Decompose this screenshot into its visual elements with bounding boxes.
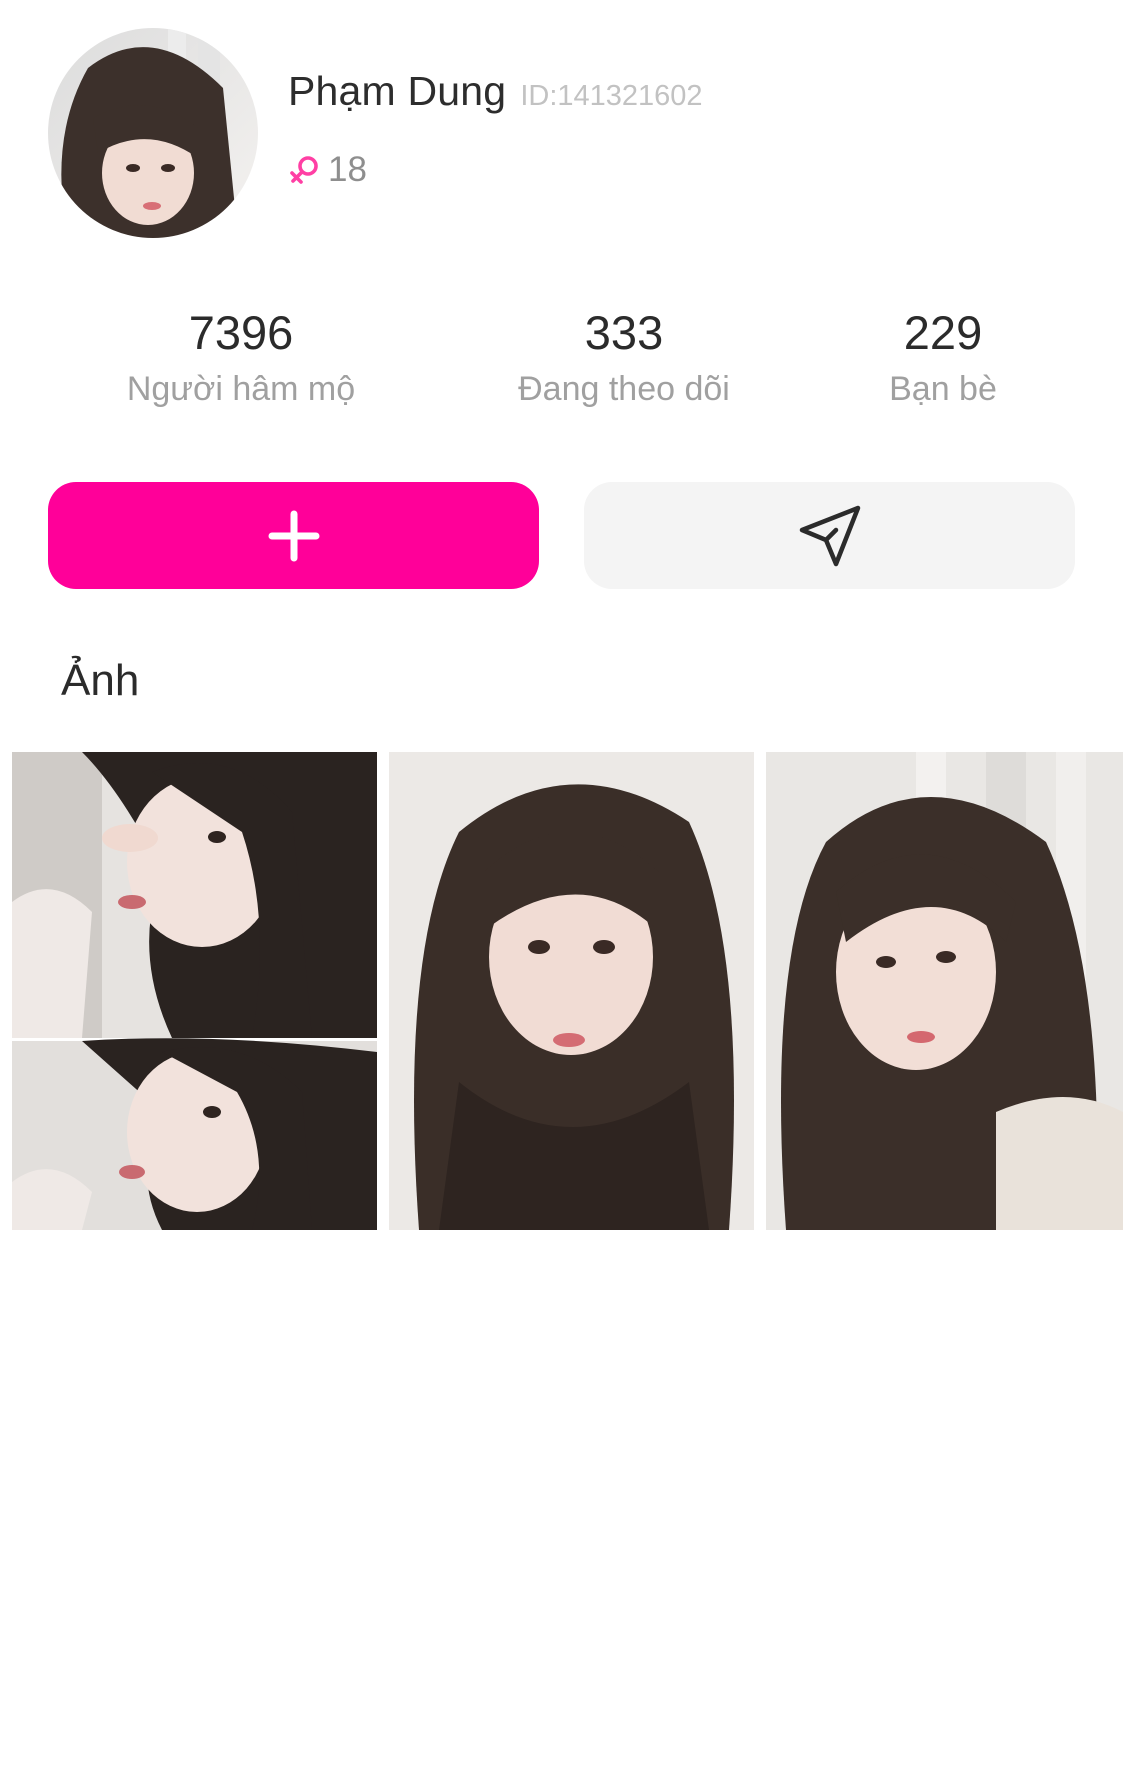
- stat-friends[interactable]: 229 Bạn bè: [889, 305, 997, 411]
- avatar[interactable]: [48, 28, 258, 238]
- photo-thumbnail-1[interactable]: [12, 752, 377, 1230]
- female-icon: [288, 153, 322, 187]
- photo-thumbnail-2[interactable]: [389, 752, 754, 1230]
- stat-fans[interactable]: 7396 Người hâm mộ: [127, 305, 355, 411]
- profile-age: 18: [328, 150, 367, 189]
- plus-icon: [268, 510, 320, 562]
- stat-friends-label: Bạn bè: [889, 370, 997, 408]
- stat-following-value: 333: [584, 306, 664, 359]
- photo-thumbnail-3[interactable]: [766, 752, 1123, 1230]
- message-button[interactable]: [584, 482, 1075, 589]
- gender-age-row: 18: [288, 150, 367, 190]
- profile-name: Phạm Dung: [288, 68, 507, 114]
- stat-fans-value: 7396: [188, 306, 294, 359]
- avatar-image: [48, 28, 258, 238]
- profile-header: Phạm Dung ID:141321602: [288, 68, 703, 115]
- stat-fans-label: Người hâm mộ: [126, 370, 356, 408]
- send-icon: [796, 502, 864, 570]
- stat-following-label: Đang theo dõi: [518, 370, 730, 408]
- follow-button[interactable]: [48, 482, 539, 589]
- profile-id: ID:141321602: [520, 80, 703, 112]
- photos-section-title: Ảnh: [61, 656, 140, 705]
- stat-friends-value: 229: [903, 306, 983, 359]
- stat-following[interactable]: 333 Đang theo dõi: [518, 305, 730, 411]
